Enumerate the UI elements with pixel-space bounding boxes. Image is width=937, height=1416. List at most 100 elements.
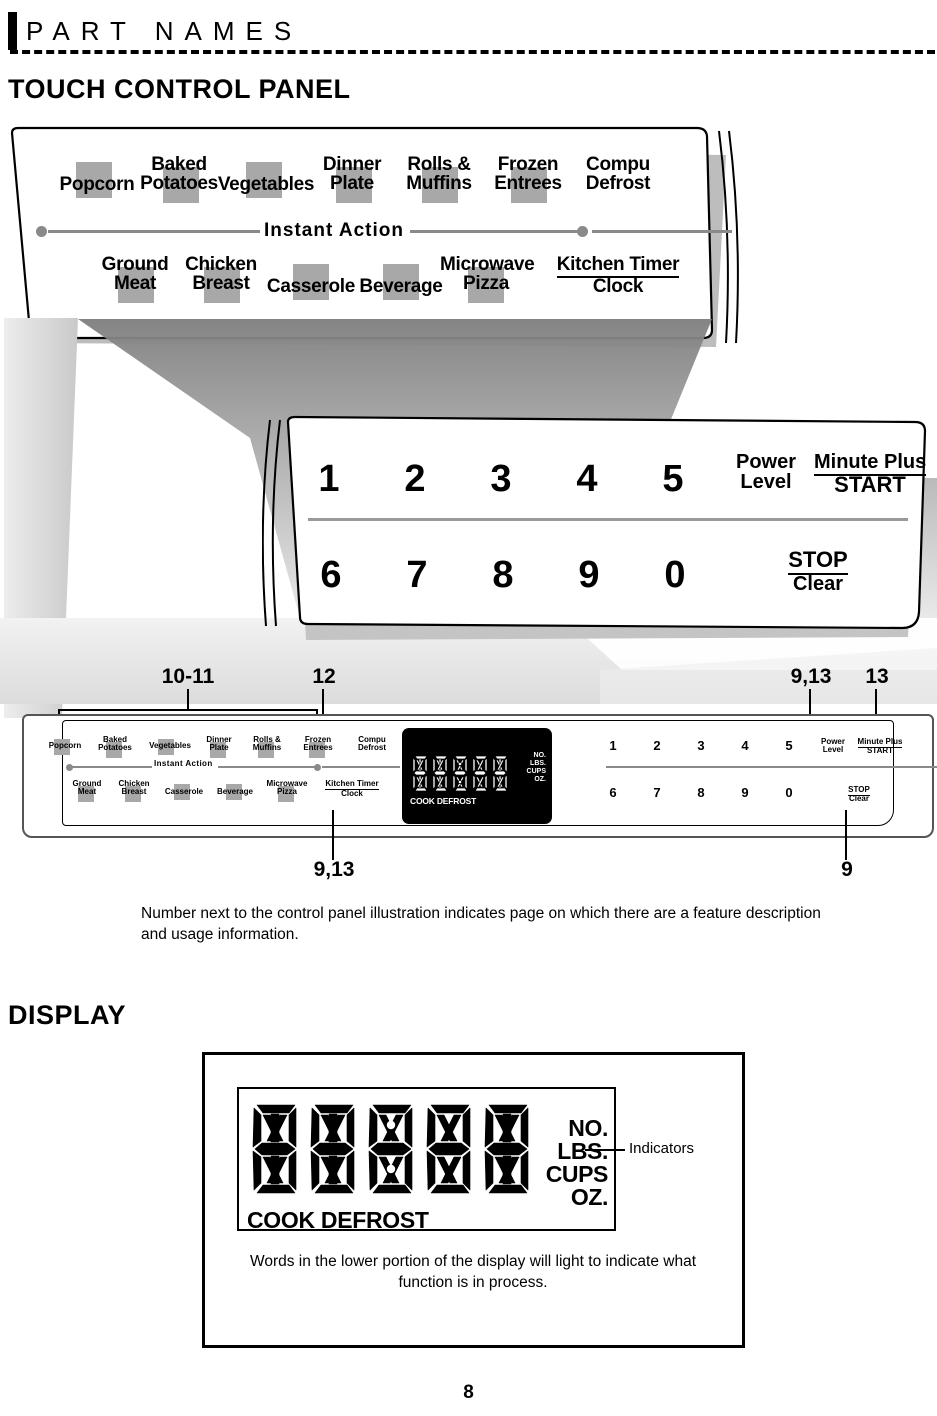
mini-digit-1[interactable]: 1 xyxy=(602,738,624,753)
lcd-indicator-list: NO. LBS. CUPS OZ. xyxy=(546,1117,609,1209)
mini-ia-line-right2 xyxy=(322,766,400,768)
pad-baked-potatoes[interactable]: Baked Potatoes xyxy=(135,153,223,215)
keypad-minute-plus-start[interactable]: Minute Plus START xyxy=(814,451,927,497)
mini-label-kitchen-timer-clock[interactable]: Kitchen Timer Clock xyxy=(316,779,388,799)
pad-popcorn[interactable]: Popcorn xyxy=(54,162,140,213)
keypad-row-divider xyxy=(308,518,908,521)
pad-frozen-entrees-label-2: Entrees xyxy=(494,173,562,194)
mini-beverage-text: Beverage xyxy=(216,787,254,796)
mini-digit-5[interactable]: 5 xyxy=(778,738,800,753)
mini-indicator-no: NO. xyxy=(533,752,546,759)
mini-label-popcorn[interactable]: Popcorn xyxy=(40,739,90,755)
mini-breast-text: Breast xyxy=(121,787,147,797)
display-figure-caption: Words in the lower portion of the displa… xyxy=(250,1253,696,1291)
mini-label-frozen-entrees[interactable]: Frozen Entrees xyxy=(293,735,343,758)
page-title-display: DISPLAY xyxy=(8,1000,127,1030)
mini-label-compu-defrost[interactable]: Compu Defrost xyxy=(346,735,398,753)
keypad-digit-1[interactable]: 1 xyxy=(308,460,350,499)
mini-digit-9[interactable]: 9 xyxy=(734,785,756,800)
callout-9-13-power: 9,13 xyxy=(790,665,832,688)
pad-chicken-breast-label-2: Breast xyxy=(192,273,250,294)
pad-ground-meat-label-2: Meat xyxy=(113,273,157,294)
keypad-digit-7[interactable]: 7 xyxy=(396,556,438,595)
leader-9-stop xyxy=(845,810,847,860)
lcd-cook-defrost-words: COOK DEFROST xyxy=(247,1207,429,1233)
mini-vegetables-text: Vegetables xyxy=(149,741,191,750)
pad-vegetables[interactable]: Vegetables xyxy=(216,162,316,213)
keypad-digit-4[interactable]: 4 xyxy=(566,460,608,499)
mini-ia-line-right3 xyxy=(606,766,937,768)
instant-action-dot-right xyxy=(577,226,588,237)
pad-ground-meat[interactable]: Ground Meat xyxy=(96,253,174,315)
keypad-power-level[interactable]: Power Level xyxy=(720,452,812,493)
mini-digit-7[interactable]: 7 xyxy=(646,785,668,800)
pad-beverage-label-1: Beverage xyxy=(359,276,443,297)
mini-label-dinner-plate[interactable]: Dinner Plate xyxy=(196,735,242,758)
pad-rolls-muffins-label-1: Rolls & xyxy=(407,154,471,175)
callout-10-11: 10-11 xyxy=(161,665,215,688)
keypad-digit-9[interactable]: 9 xyxy=(568,556,610,595)
leader-10-11-stem xyxy=(187,689,189,711)
pad-beverage[interactable]: Beverage xyxy=(358,264,444,314)
mini-clock-text: Clock xyxy=(341,789,363,799)
instant-action-line-mid xyxy=(410,230,580,233)
callout-9-stop: 9 xyxy=(841,858,853,881)
keypad-digit-5[interactable]: 5 xyxy=(652,460,694,499)
indicator-callout-leader xyxy=(585,1149,625,1151)
pad-dinner-plate[interactable]: Dinner Plate xyxy=(314,153,390,215)
mini-digit-0[interactable]: 0 xyxy=(778,785,800,800)
mini-label-casserole[interactable]: Casserole xyxy=(158,784,210,800)
mini-digit-4[interactable]: 4 xyxy=(734,738,756,753)
pad-chicken-breast[interactable]: Chicken Breast xyxy=(182,253,260,315)
pad-kitchen-timer-clock[interactable]: Kitchen Timer Clock xyxy=(556,253,680,315)
keypad-digit-2[interactable]: 2 xyxy=(394,460,436,499)
mini-label-microwave-pizza[interactable]: Microwave Pizza xyxy=(260,779,314,802)
mini-start-text: START xyxy=(866,746,894,756)
lcd-digit-cells xyxy=(249,1101,541,1202)
pad-rolls-muffins-label-2: Muffins xyxy=(406,173,472,194)
page-title-touch-control-panel: TOUCH CONTROL PANEL xyxy=(8,74,351,104)
mini-minute-plus-start[interactable]: Minute Plus START xyxy=(854,737,906,756)
mini-label-beverage[interactable]: Beverage xyxy=(210,784,260,800)
mini-lcd-indicators: NO. LBS. CUPS OZ. xyxy=(516,752,546,784)
mini-digit-2[interactable]: 2 xyxy=(646,738,668,753)
pad-dinner-plate-label-1: Dinner xyxy=(322,154,382,175)
mini-stop-clear[interactable]: STOP Clear xyxy=(836,785,882,804)
mini-meat-text: Meat xyxy=(77,787,97,797)
running-head-title: PART NAMES xyxy=(26,16,303,46)
keypad-digit-8[interactable]: 8 xyxy=(482,556,524,595)
running-head: PART NAMES xyxy=(0,4,937,54)
pad-casserole-label-1: Casserole xyxy=(266,276,356,297)
mini-label-rolls-muffins[interactable]: Rolls & Muffins xyxy=(242,735,292,758)
mini-label-vegetables[interactable]: Vegetables xyxy=(142,739,198,755)
mini-power-level[interactable]: Power Level xyxy=(814,737,852,755)
pad-casserole[interactable]: Casserole xyxy=(266,264,356,314)
pad-chicken-breast-label-1: Chicken xyxy=(185,254,257,275)
mini-muffins-text: Muffins xyxy=(252,743,282,753)
mini-lcd-digits xyxy=(412,754,514,792)
mini-digit-8[interactable]: 8 xyxy=(690,785,712,800)
keypad-stop-clear[interactable]: STOP Clear xyxy=(770,547,866,595)
mini-ia-dot-right xyxy=(314,764,321,771)
page-number: 8 xyxy=(463,1382,474,1403)
pad-rolls-muffins[interactable]: Rolls & Muffins xyxy=(398,153,480,215)
mini-digit-3[interactable]: 3 xyxy=(690,738,712,753)
keypad-digit-0[interactable]: 0 xyxy=(654,556,696,595)
keypad-digit-3[interactable]: 3 xyxy=(480,460,522,499)
mini-label-chicken-breast[interactable]: Chicken Breast xyxy=(110,779,158,802)
mini-label-ground-meat[interactable]: Ground Meat xyxy=(64,779,110,802)
pad-compu-defrost-label-2: Defrost xyxy=(585,173,651,194)
pad-compu-defrost[interactable]: Compu Defrost xyxy=(576,153,660,215)
mini-popcorn-text: Popcorn xyxy=(48,741,82,750)
mini-label-baked-potatoes[interactable]: Baked Potatoes xyxy=(88,735,142,758)
lcd-panel: NO. LBS. CUPS OZ. COOK DEFROST xyxy=(237,1087,616,1233)
mini-kitchen-timer-text: Kitchen Timer xyxy=(325,779,379,790)
pad-frozen-entrees[interactable]: Frozen Entrees xyxy=(487,153,569,215)
pad-dinner-plate-label-2: Plate xyxy=(330,173,374,194)
mini-digit-6[interactable]: 6 xyxy=(602,785,624,800)
mini-entrees-text: Entrees xyxy=(303,743,333,753)
pad-microwave-pizza[interactable]: Microwave Pizza xyxy=(440,253,535,315)
keypad-digit-6[interactable]: 6 xyxy=(310,556,352,595)
callout-12: 12 xyxy=(312,665,336,688)
header-dashed-rule xyxy=(10,50,935,54)
